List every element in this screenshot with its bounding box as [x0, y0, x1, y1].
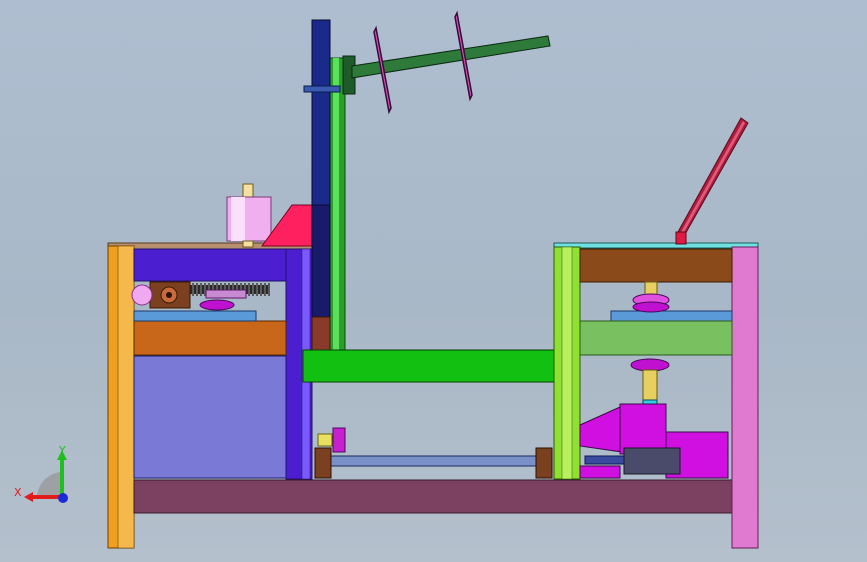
vertical-column-foot — [311, 316, 331, 351]
pulley-cap-left — [131, 284, 153, 306]
lower-spindle-flange — [630, 358, 670, 372]
triad-y-label: Y — [58, 444, 66, 457]
triad-x-arrow — [24, 492, 33, 502]
gear-tooth — [200, 283, 202, 296]
left-frame-leg-inner — [117, 245, 135, 549]
triad-z-axis — [58, 493, 68, 503]
center-cross-beam — [302, 349, 564, 383]
motor-shaft — [584, 455, 626, 465]
left-mid-beam — [133, 320, 287, 356]
left-top-beam — [133, 248, 287, 282]
bearing-bore — [166, 292, 172, 298]
spool-top-pin — [242, 183, 254, 199]
left-gear-shaft — [205, 289, 247, 299]
reel-arm — [342, 10, 551, 115]
base-beam — [133, 479, 733, 514]
gear-tooth — [252, 283, 254, 296]
spool-bottom-pin — [242, 240, 254, 248]
lower-spindle-shaft — [642, 369, 658, 401]
gear-tooth — [196, 283, 198, 296]
right-top-plate — [553, 242, 759, 249]
drive-motor — [579, 403, 729, 479]
cad-viewport[interactable]: Y X — [0, 0, 867, 562]
gear-tooth — [264, 283, 266, 296]
left-spindle-flange — [199, 299, 235, 311]
right-mid-beam — [579, 320, 733, 356]
gear-tooth — [260, 283, 262, 296]
left-shelf-plate — [133, 310, 257, 322]
right-frame-leg — [731, 246, 759, 549]
bearing-block-right — [535, 447, 553, 479]
bottom-shaft — [325, 455, 541, 467]
motor-cone — [579, 406, 623, 453]
triad-x-label: X — [14, 486, 22, 499]
bearing-block-left — [314, 447, 332, 479]
lever-bar-inner — [681, 121, 745, 234]
motor-gearbox — [619, 403, 667, 455]
triad-base-plane — [37, 472, 62, 497]
lever-base — [675, 231, 687, 245]
machine-assembly-drawing: Y X — [14, 10, 759, 549]
left-motor-panel — [133, 355, 287, 479]
right-top-beam — [579, 248, 733, 283]
bottom-coupling — [317, 433, 333, 447]
spool-highlight — [231, 197, 245, 241]
gear-train — [131, 281, 270, 311]
column-pin — [303, 85, 341, 93]
belt-inner — [333, 58, 339, 350]
right-green-frame-inner — [561, 246, 573, 480]
motor-base — [579, 465, 621, 479]
axis-triad: Y X — [14, 444, 68, 503]
gear-tooth — [192, 283, 194, 296]
spool-assembly — [226, 183, 272, 248]
bottom-pulley — [332, 427, 346, 453]
gear-tooth — [248, 283, 250, 296]
gear-tooth — [268, 283, 270, 296]
right-shelf-plate — [610, 310, 733, 322]
lever-arm — [675, 117, 749, 245]
gear-tooth — [256, 283, 258, 296]
vertical-column-lower — [311, 204, 331, 318]
motor-coupling — [623, 447, 681, 475]
upper-spindle-flange-base — [632, 301, 670, 313]
